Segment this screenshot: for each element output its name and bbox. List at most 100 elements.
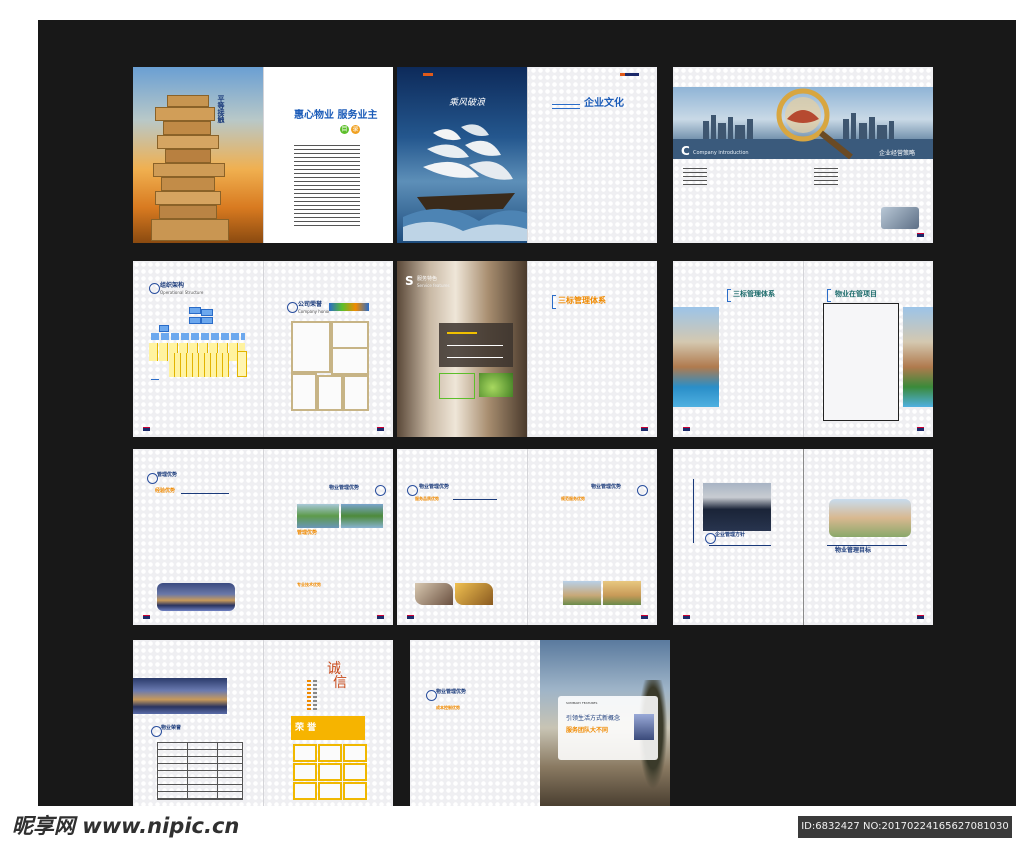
spread-policy: 企业管理方针 物业管理目标	[673, 449, 933, 625]
banner-label: 企业经营策略	[879, 150, 916, 157]
page-mark	[683, 615, 690, 619]
integrity-char-2: 信	[333, 675, 347, 691]
spread-fold	[803, 449, 804, 625]
city-magnifier-banner: Company introduction 企业经营策略	[673, 87, 933, 159]
mgmt-adv: 管理优势	[157, 472, 178, 478]
honor-cell	[293, 744, 317, 762]
worker-photo-2	[455, 583, 493, 605]
spread-fold	[527, 449, 528, 625]
honor-frame	[331, 347, 369, 375]
page-mark	[683, 427, 690, 431]
residential-towers-photo	[829, 499, 911, 537]
org-en: Operational Structure	[160, 290, 204, 295]
title-bracket	[827, 289, 831, 302]
policy-side-rule	[693, 479, 694, 543]
spread-cover: 平等接触 惠心物业 服务业主 目 录	[133, 67, 393, 243]
honor-cell	[293, 782, 317, 800]
card-line-1: 引领生活方式新概念	[566, 715, 621, 722]
card-person-photo	[634, 714, 654, 740]
page-mark	[917, 233, 924, 237]
tech-adv: 专业技术优势	[297, 582, 321, 587]
cost-adv: 成本控制优势	[436, 705, 460, 710]
org-o-mark	[149, 283, 160, 294]
org-title: 组织架构	[160, 282, 185, 289]
honor-frame	[331, 321, 369, 349]
page-mark	[143, 427, 150, 431]
intro-text-right	[814, 168, 838, 188]
honor-frame	[291, 373, 317, 411]
culture-text-page: 企业文化	[528, 67, 657, 243]
org-node-top	[189, 307, 201, 314]
title-bracket	[552, 295, 556, 309]
org-node	[201, 309, 213, 316]
projects-title: 物业在管项目	[835, 290, 877, 298]
honor-cell	[318, 744, 342, 762]
landscape-photo	[341, 504, 383, 528]
worker-photo	[415, 583, 453, 605]
cover-photo-page: 平等接触	[133, 67, 263, 243]
honor-cell	[343, 782, 367, 800]
honor-cell	[318, 782, 342, 800]
river-photo	[297, 504, 339, 528]
experience-adv: 经验优势	[155, 488, 176, 494]
building-photo-2	[603, 581, 641, 605]
intro-text-left	[683, 168, 707, 188]
title-leader-line	[552, 104, 580, 109]
cover-headline: 惠心物业 服务业主	[294, 110, 378, 121]
spread-advantages-1: 管理优势 经验优势 物业管理优势 管理优势 专业技术优势	[133, 449, 393, 625]
page-mark	[917, 427, 924, 431]
team-photo	[881, 207, 919, 229]
property-mgmt-adv-right: 物业管理优势	[591, 484, 622, 490]
city-night-photo	[157, 583, 235, 611]
goal-title: 物业管理目标	[835, 547, 872, 554]
toc-badge-orange: 录	[351, 125, 360, 134]
policy-rule	[709, 545, 771, 546]
property-mgmt-adv: 物业管理优势	[329, 485, 360, 491]
org-small-line	[151, 379, 159, 380]
spread-service: S 服务特色 Service features 三标管理体系	[397, 261, 657, 437]
org-node	[189, 317, 201, 324]
cover-text-page: 惠心物业 服务业主 目 录	[264, 67, 393, 243]
quality-adv: 规范服务优势	[561, 496, 585, 501]
service-title: 服务特色	[417, 276, 438, 282]
projects-frame	[823, 303, 899, 421]
spread-culture: 乘风破浪 企业文化	[397, 67, 657, 243]
goal-rule	[827, 545, 907, 546]
honor-label: 荣 誉	[295, 723, 317, 733]
integrity-vertical-text	[307, 680, 311, 710]
intro-en: Company introduction	[693, 150, 749, 156]
env-adv: 管理优势	[297, 530, 318, 536]
spread-fold	[263, 449, 264, 625]
watermark-id: ID:6832427 NO:20170224165627081030	[798, 816, 1012, 838]
culture-title: 企业文化	[584, 98, 624, 109]
card-line-2: 服务团队大不同	[566, 727, 609, 734]
property-mgmt-adv-left: 物业管理优势	[419, 484, 450, 490]
org-dept-side	[237, 351, 247, 377]
adv-o-mark	[637, 485, 648, 496]
org-node-row	[151, 333, 245, 340]
page-mark	[917, 615, 924, 619]
integrity-char-1: 诚	[327, 661, 341, 677]
resort-photo-left	[673, 307, 719, 407]
honor-frame	[291, 321, 331, 373]
page-mark	[377, 427, 384, 431]
honor-frame	[343, 375, 369, 411]
page-mark	[377, 615, 384, 619]
spread-honors: 物业荣誉 诚 信 荣 誉	[133, 640, 393, 816]
card-en: SUMMARY FEATURES	[566, 701, 598, 705]
spread-advantages-2: 物业管理优势 服务品质优势 物业管理优势 规范服务优势	[397, 449, 657, 625]
sailing-ship-page: 乘风破浪	[397, 67, 527, 243]
honor-cell	[343, 744, 367, 762]
adv-o-mark	[375, 485, 386, 496]
service-en: Service features	[417, 283, 450, 288]
panel-yellow-line	[447, 332, 477, 334]
page-mark	[641, 615, 648, 619]
service-quality: 服务品质优势	[415, 496, 439, 501]
spread-organization: 组织架构 Operational Structure 公司荣誉 Company …	[133, 261, 393, 437]
waterfront-photo	[133, 678, 227, 714]
honor-en: Company honor	[298, 309, 330, 314]
cover-body-text	[294, 145, 360, 229]
org-node	[201, 317, 213, 324]
honor-cell	[343, 763, 367, 781]
spread-fold	[263, 261, 264, 437]
